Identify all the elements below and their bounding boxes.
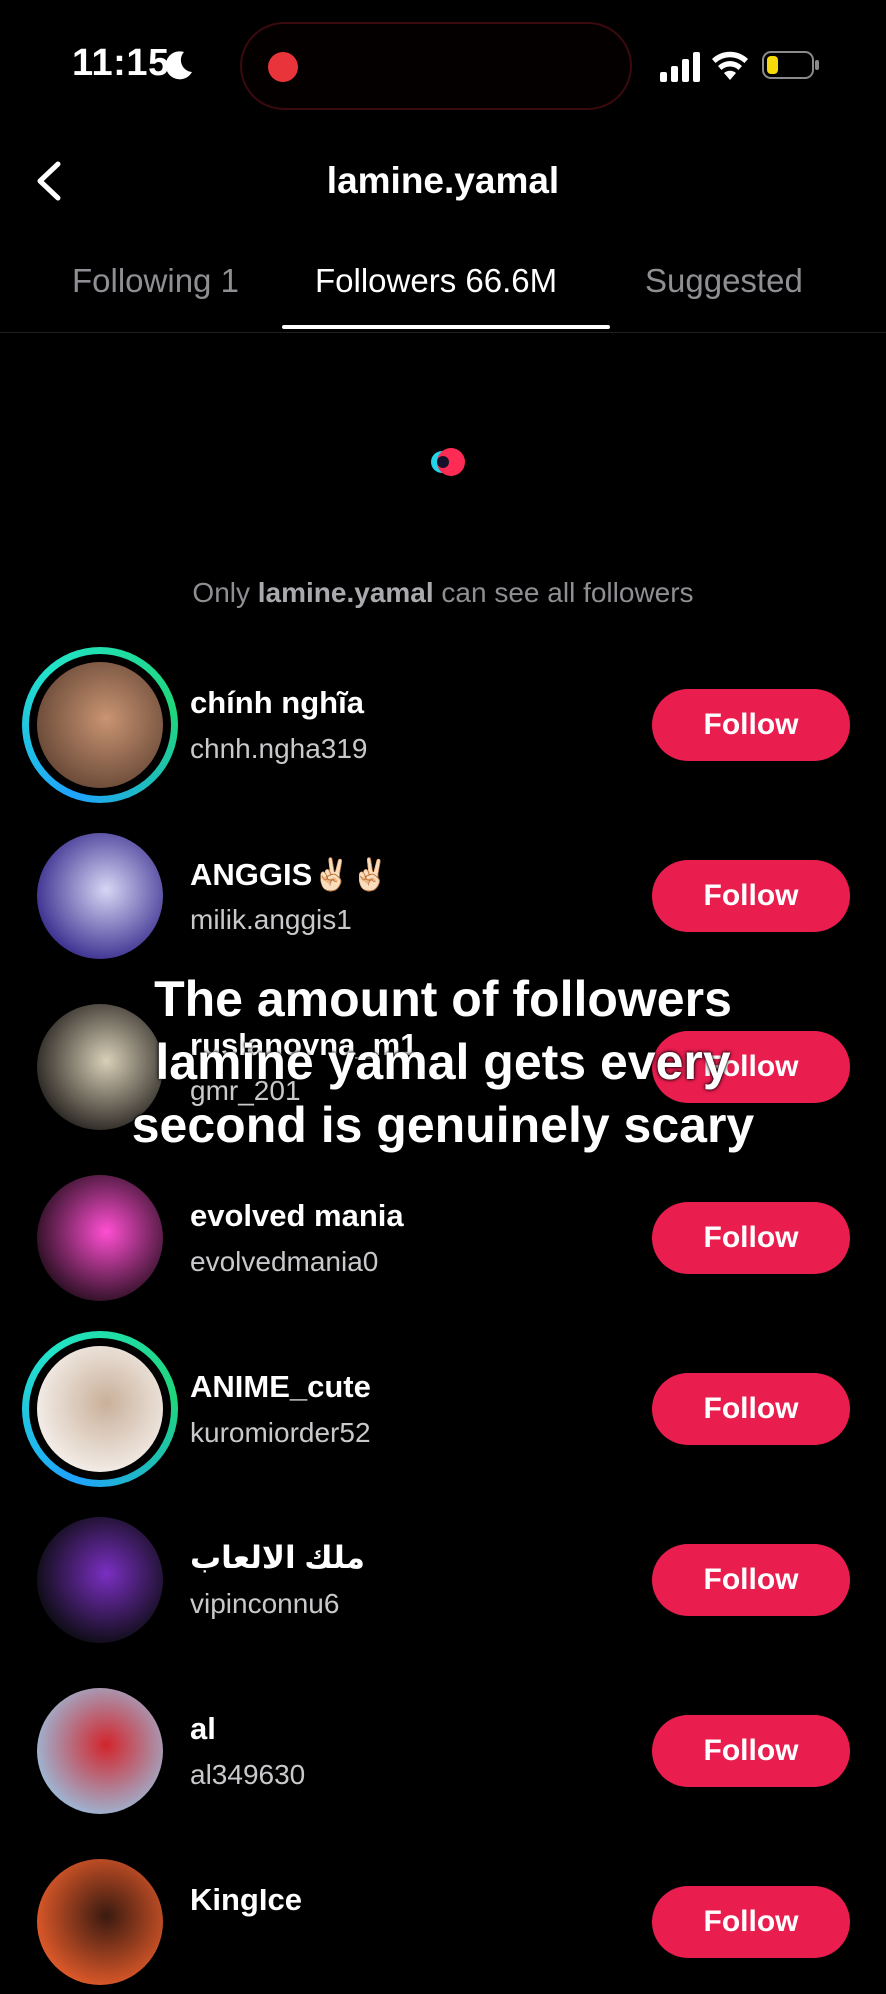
avatar[interactable]: [37, 1346, 163, 1472]
follower-name[interactable]: al: [190, 1711, 216, 1747]
follow-button[interactable]: Follow: [652, 1202, 850, 1274]
follower-name[interactable]: ANGGIS✌🏻✌🏻: [190, 856, 390, 893]
follower-name[interactable]: KingIce: [190, 1882, 302, 1918]
avatar[interactable]: [37, 1517, 163, 1643]
cellular-signal-icon: [660, 52, 700, 82]
status-bar: 11:15: [0, 0, 886, 130]
notice-suffix: can see all followers: [433, 577, 694, 608]
loading-spinner-icon: [431, 448, 465, 476]
follow-button[interactable]: Follow: [652, 1715, 850, 1787]
notice-username: lamine.yamal: [257, 577, 434, 608]
tab-followers[interactable]: Followers 66.6M: [315, 262, 557, 300]
followers-visibility-notice: Only lamine.yamal can see all followers: [0, 577, 886, 609]
caption-line: The amount of followers: [154, 971, 732, 1027]
follower-row[interactable]: ملك الالعاب vipinconnu6 Follow: [0, 1502, 886, 1652]
follower-handle[interactable]: chnh.ngha319: [190, 733, 368, 765]
follow-button[interactable]: Follow: [652, 1544, 850, 1616]
moon-icon: [165, 51, 192, 80]
follow-button[interactable]: Follow: [652, 1373, 850, 1445]
follow-button[interactable]: Follow: [652, 1886, 850, 1958]
follow-button[interactable]: Follow: [652, 689, 850, 761]
recording-indicator-icon: [268, 52, 298, 82]
status-time: 11:15: [72, 42, 170, 84]
dynamic-island: [240, 22, 632, 110]
avatar[interactable]: [37, 1859, 163, 1985]
battery-icon: [762, 51, 819, 79]
follower-name[interactable]: ملك الالعاب: [190, 1540, 365, 1576]
tab-bar: Following 1 Followers 66.6M Suggested: [0, 256, 886, 333]
follower-row[interactable]: chính nghĩa chnh.ngha319 Follow: [0, 647, 886, 803]
caption-line: lamine yamal gets every: [155, 1034, 731, 1090]
avatar[interactable]: [37, 1175, 163, 1301]
avatar[interactable]: [37, 833, 163, 959]
tab-suggested[interactable]: Suggested: [645, 262, 803, 300]
page-title: lamine.yamal: [326, 160, 560, 201]
wifi-icon: [712, 51, 748, 80]
follower-handle[interactable]: al349630: [190, 1759, 305, 1791]
follower-handle[interactable]: vipinconnu6: [190, 1588, 339, 1620]
caption-line: second is genuinely scary: [131, 1097, 755, 1153]
follow-button[interactable]: Follow: [652, 860, 850, 932]
video-caption-overlay: The amount of followers lamine yamal get…: [0, 968, 886, 1157]
follower-handle[interactable]: milik.anggis1: [190, 904, 352, 936]
follower-row[interactable]: evolved mania evolvedmania0 Follow: [0, 1160, 886, 1310]
avatar[interactable]: [37, 662, 163, 788]
tab-following[interactable]: Following 1: [72, 262, 239, 300]
follower-row[interactable]: ANGGIS✌🏻✌🏻 milik.anggis1 Follow: [0, 818, 886, 968]
follower-name[interactable]: chính nghĩa: [190, 685, 364, 721]
follower-row[interactable]: al al349630 Follow: [0, 1673, 886, 1823]
follower-row[interactable]: KingIce Follow: [0, 1844, 886, 1994]
follower-handle[interactable]: kuromiorder52: [190, 1417, 371, 1449]
follower-row[interactable]: ANIME_cute kuromiorder52 Follow: [0, 1331, 886, 1487]
follower-name[interactable]: evolved mania: [190, 1198, 404, 1234]
follower-handle[interactable]: evolvedmania0: [190, 1246, 378, 1278]
avatar[interactable]: [37, 1688, 163, 1814]
notice-prefix: Only: [192, 577, 258, 608]
active-tab-indicator: [282, 325, 610, 329]
follower-name[interactable]: ANIME_cute: [190, 1369, 371, 1405]
